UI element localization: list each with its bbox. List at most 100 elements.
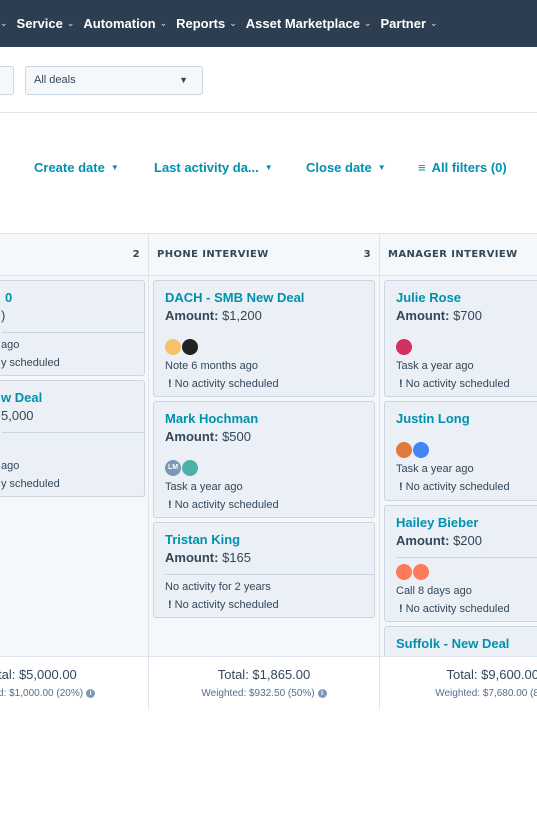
board-column-phone-interview: PHONE INTERVIEW 3 DACH - SMB New Deal Am…: [149, 234, 379, 709]
alert-icon: !: [168, 599, 172, 611]
alert-icon: !: [168, 499, 172, 511]
info-icon[interactable]: i: [86, 688, 96, 698]
nav-item-partner[interactable]: Partner ⌄: [381, 16, 447, 31]
next-activity: y scheduled: [1, 357, 60, 369]
alert-icon: !: [168, 378, 172, 390]
last-activity: Call 8 days ago: [396, 585, 472, 597]
deal-title[interactable]: w Deal: [1, 390, 42, 405]
next-activity: ! No activity scheduled: [168, 599, 279, 611]
column-total: tal: $5,000.00: [0, 667, 77, 682]
card-divider: [396, 557, 537, 558]
card-divider: [2, 432, 144, 433]
last-activity-filter[interactable]: Last activity da... ▼: [154, 160, 273, 175]
deal-card[interactable]: Hailey Bieber Amount: $200 Call 8 days a…: [384, 505, 537, 622]
last-activity: ago: [1, 460, 20, 472]
nav-item-automation[interactable]: Automation ⌄: [83, 16, 176, 31]
chevron-down-icon: ⌄: [363, 18, 372, 28]
pipeline-select[interactable]: All deals ▼: [25, 66, 203, 95]
avatar: [396, 442, 412, 458]
column-header: PHONE INTERVIEW 3: [149, 234, 379, 276]
column-header: MANAGER INTERVIEW: [380, 234, 537, 276]
deal-card[interactable]: DACH - SMB New Deal Amount: $1,200 Note …: [153, 280, 375, 397]
alert-icon: !: [399, 603, 403, 615]
next-activity: ! No activity scheduled: [168, 499, 279, 511]
deal-card[interactable]: 0 ) ago y scheduled: [0, 280, 145, 376]
deal-card[interactable]: Tristan King Amount: $165 No activity fo…: [153, 522, 375, 618]
deal-card[interactable]: Mark Hochman Amount: $500 LM Task a year…: [153, 401, 375, 518]
deal-amount: Amount: $165: [165, 550, 251, 565]
company-logo-icon: [182, 460, 198, 476]
chevron-down-icon: ⌄: [430, 18, 438, 28]
deal-amount: ): [1, 308, 6, 323]
caret-down-icon: ▼: [179, 75, 188, 85]
top-navigation: ⌄ Service ⌄ Automation ⌄ Reports ⌄ Asset Ma…: [0, 0, 537, 47]
caret-down-icon: ▼: [264, 163, 273, 172]
alert-icon: !: [399, 481, 403, 493]
nav-item-reports[interactable]: Reports ⌄: [176, 16, 246, 31]
chevron-down-icon: ⌄: [0, 18, 8, 28]
column-footer: Total: $1,865.00 Weighted: $932.50 (50%)…: [149, 656, 379, 709]
next-activity: ! No activity scheduled: [399, 481, 510, 493]
last-activity: Task a year ago: [396, 360, 474, 372]
nav-item-previous[interactable]: ⌄: [0, 18, 17, 29]
column-title: PHONE INTERVIEW: [157, 249, 269, 260]
next-activity: ! No activity scheduled: [399, 603, 510, 615]
alert-icon: !: [399, 378, 403, 390]
deal-amount: 5,000: [1, 408, 34, 423]
board-column-left: 2 0 ) ago y scheduled w Deal 5,000 ago y…: [0, 234, 148, 709]
company-logo-icon: [182, 339, 198, 355]
deal-card[interactable]: w Deal 5,000 ago y scheduled: [0, 380, 145, 497]
deal-amount: Amount: $200: [396, 533, 482, 548]
associated-avatars: [396, 339, 413, 355]
deal-amount: Amount: $500: [165, 429, 251, 444]
column-footer: tal: $5,000.00 d: $1,000.00 (20%) i: [0, 656, 148, 709]
last-activity: Task a year ago: [165, 481, 243, 493]
column-footer: Total: $9,600.00 Weighted: $7,680.00 (8: [380, 656, 537, 709]
chevron-down-icon: ⌄: [66, 18, 75, 28]
card-divider: [2, 332, 144, 333]
info-icon[interactable]: i: [317, 688, 327, 698]
column-count: 2: [132, 249, 140, 260]
associated-avatars: [396, 442, 430, 458]
company-logo-icon: [165, 339, 181, 355]
column-total: Total: $9,600.00: [446, 667, 537, 682]
deal-title[interactable]: Mark Hochman: [165, 411, 258, 426]
hubspot-icon: [413, 564, 429, 580]
company-logo-icon: [413, 442, 429, 458]
next-activity: ! No activity scheduled: [399, 378, 510, 390]
sort-filter-row: Create date ▼ Last activity da... ▼ Close …: [0, 160, 537, 190]
last-activity: ago: [1, 339, 20, 351]
chevron-down-icon: ⌄: [229, 18, 237, 28]
column-weighted: Weighted: $7,680.00 (8: [435, 688, 537, 699]
deal-title[interactable]: Suffolk - New Deal: [396, 636, 509, 651]
owner-select[interactable]: [0, 66, 14, 95]
chevron-down-icon: ⌄: [159, 18, 168, 28]
all-filters-button[interactable]: ≡ All filters (0): [418, 160, 507, 175]
associated-avatars: LM: [165, 460, 199, 476]
deal-amount: Amount: $700: [396, 308, 482, 323]
deal-title[interactable]: Tristan King: [165, 532, 240, 547]
caret-down-icon: ▼: [110, 163, 119, 172]
deal-card[interactable]: Justin Long Task a year ago ! No activity…: [384, 401, 537, 501]
filter-bar: All deals ▼: [0, 47, 537, 113]
associated-avatars: [165, 339, 199, 355]
next-activity: y scheduled: [1, 478, 60, 490]
card-divider: [165, 574, 374, 575]
deal-amount: Amount: $1,200: [165, 308, 262, 323]
deal-title[interactable]: Justin Long: [396, 411, 470, 426]
deal-title[interactable]: DACH - SMB New Deal: [165, 290, 304, 305]
last-activity: Note 6 months ago: [165, 360, 258, 372]
create-date-filter[interactable]: Create date ▼: [34, 160, 119, 175]
board-column-manager-interview: MANAGER INTERVIEW Julie Rose Amount: $70…: [380, 234, 537, 709]
nav-item-asset-marketplace[interactable]: Asset Marketplace ⌄: [246, 16, 381, 31]
avatar: LM: [165, 460, 181, 476]
deals-board: 2 0 ) ago y scheduled w Deal 5,000 ago y…: [0, 233, 537, 709]
hubspot-icon: [396, 564, 412, 580]
last-activity: No activity for 2 years: [165, 581, 271, 593]
deal-title[interactable]: Julie Rose: [396, 290, 461, 305]
nav-item-service[interactable]: Service ⌄: [17, 16, 84, 31]
deal-title[interactable]: Hailey Bieber: [396, 515, 478, 530]
close-date-filter[interactable]: Close date ▼: [306, 160, 386, 175]
deal-card[interactable]: Julie Rose Amount: $700 Task a year ago …: [384, 280, 537, 397]
deal-title[interactable]: 0: [5, 290, 12, 305]
